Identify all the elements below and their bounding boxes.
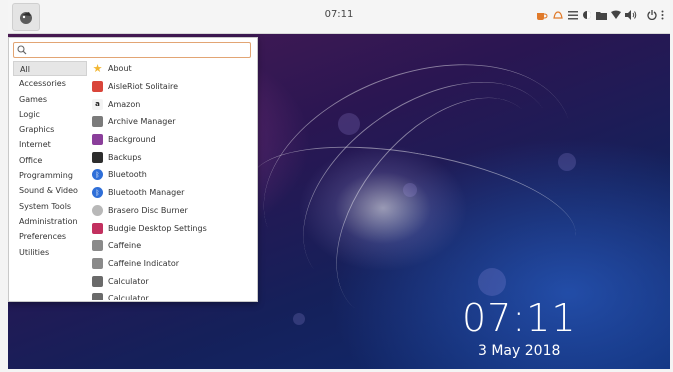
backups-icon — [92, 151, 103, 163]
search-field[interactable] — [13, 42, 251, 58]
power-icon[interactable] — [647, 8, 657, 22]
app-label: Amazon — [108, 99, 141, 109]
app-item[interactable]: Backups — [91, 148, 255, 166]
category-games[interactable]: Games — [13, 92, 87, 107]
app-label: Bluetooth Manager — [108, 188, 185, 198]
desktop-clock-date: 3 May 2018 — [478, 343, 561, 359]
folder-icon[interactable] — [596, 8, 607, 22]
app-label: Backups — [108, 152, 142, 162]
app-label: AisleRiot Solitaire — [108, 82, 179, 92]
app-label: About — [108, 64, 132, 74]
app-item[interactable]: ᛒ Bluetooth — [91, 166, 255, 184]
bluetooth-icon: ᛒ — [92, 169, 103, 181]
wallpaper-bokeh — [293, 313, 305, 325]
system-tray — [536, 8, 664, 22]
display-icon[interactable] — [582, 8, 592, 22]
app-label: Caffeine Indicator — [108, 258, 180, 268]
calculator-icon — [92, 293, 103, 300]
category-utilities[interactable]: Utilities — [13, 245, 87, 260]
category-preferences[interactable]: Preferences — [13, 229, 87, 244]
app-label: Bluetooth — [108, 170, 147, 180]
app-item[interactable]: Brasero Disc Burner — [91, 202, 255, 220]
app-label: Calculator — [108, 294, 149, 300]
category-accessories[interactable]: Accessories — [13, 76, 87, 91]
app-item[interactable]: Caffeine — [91, 237, 255, 255]
category-programming[interactable]: Programming — [13, 168, 87, 183]
category-sound-video[interactable]: Sound & Video — [13, 183, 87, 198]
wallpaper-bokeh — [403, 183, 417, 197]
app-item[interactable]: Calculator — [91, 272, 255, 290]
star-icon: ★ — [92, 62, 103, 76]
search-input[interactable] — [27, 44, 231, 56]
app-label: Background — [108, 135, 156, 145]
archive-icon — [92, 116, 103, 128]
wallpaper-bokeh — [338, 113, 360, 135]
app-item[interactable]: ᛒ Bluetooth Manager — [91, 184, 255, 202]
app-label: Brasero Disc Burner — [108, 205, 188, 215]
top-panel: 07:11 — [8, 0, 670, 34]
category-logic[interactable]: Logic — [13, 107, 87, 122]
category-system-tools[interactable]: System Tools — [13, 199, 87, 214]
caffeine-icon[interactable] — [536, 8, 548, 22]
app-item[interactable]: Archive Manager — [91, 113, 255, 131]
app-label: Caffeine — [108, 241, 142, 251]
app-label: Calculator — [108, 276, 149, 286]
desktop-screen: 07:11 All Accessories Games Logic Graphi… — [0, 0, 673, 372]
app-item[interactable]: Background — [91, 131, 255, 149]
app-item[interactable]: Budgie Desktop Settings — [91, 219, 255, 237]
app-item[interactable]: a Amazon — [91, 95, 255, 113]
settings-icon — [92, 222, 103, 234]
app-item[interactable]: AisleRiot Solitaire — [91, 78, 255, 96]
desktop-clock-time: 07:11 — [462, 296, 577, 340]
app-list: ★ About AisleRiot Solitaire a Amazon Archive … — [91, 60, 255, 300]
category-graphics[interactable]: Graphics — [13, 122, 87, 137]
category-internet[interactable]: Internet — [13, 137, 87, 152]
wallpaper-bokeh — [558, 153, 576, 171]
background-icon — [92, 134, 103, 146]
category-list: All Accessories Games Logic Graphics Internet… — [13, 61, 87, 260]
cup-icon — [92, 240, 103, 252]
app-item[interactable]: ★ About — [91, 60, 255, 78]
category-administration[interactable]: Administration — [13, 214, 87, 229]
cup-indicator-icon — [92, 257, 103, 269]
category-all[interactable]: All — [13, 61, 87, 77]
app-item[interactable]: Calculator — [91, 290, 255, 300]
app-menu-popup: All Accessories Games Logic Graphics Internet… — [8, 37, 258, 302]
overflow-menu-icon[interactable] — [661, 8, 664, 22]
menu-icon[interactable] — [568, 8, 578, 22]
calculator-icon — [92, 275, 103, 287]
disc-icon — [92, 204, 103, 216]
search-icon — [17, 45, 27, 55]
notifications-icon[interactable] — [552, 8, 564, 22]
wifi-icon[interactable] — [611, 8, 621, 22]
volume-icon[interactable] — [625, 8, 637, 22]
cards-icon — [92, 81, 103, 93]
wallpaper-bokeh — [478, 268, 506, 296]
category-office[interactable]: Office — [13, 153, 87, 168]
app-label: Archive Manager — [108, 117, 176, 127]
app-label: Budgie Desktop Settings — [108, 223, 207, 233]
amazon-icon: a — [92, 98, 103, 110]
screenshot-border-left — [0, 0, 8, 372]
bluetooth-manager-icon: ᛒ — [92, 187, 103, 199]
app-item[interactable]: Caffeine Indicator — [91, 255, 255, 273]
